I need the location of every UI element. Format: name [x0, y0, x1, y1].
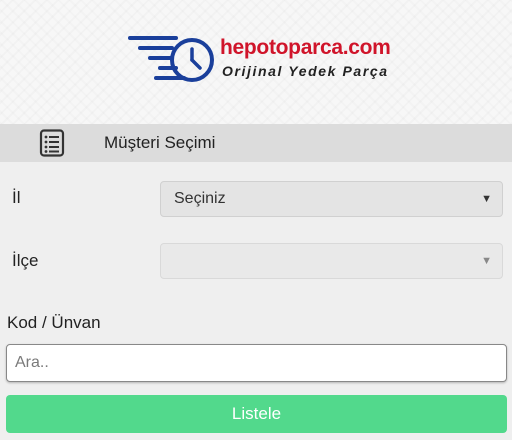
- header: hepotoparca.com Orijinal Yedek Parça: [0, 0, 512, 124]
- chevron-down-icon: ▼: [481, 255, 492, 267]
- delivery-clock-icon: [128, 36, 214, 82]
- section-header: Müşteri Seçimi: [0, 124, 512, 162]
- il-select[interactable]: Seçiniz ▼: [160, 181, 503, 217]
- chevron-down-icon: ▼: [481, 193, 492, 205]
- search-input[interactable]: [6, 344, 507, 382]
- ilce-select[interactable]: ▼: [160, 243, 503, 279]
- section-title: Müşteri Seçimi: [104, 133, 216, 152]
- brand-tagline: Orijinal Yedek Parça: [222, 63, 389, 79]
- list-button[interactable]: Listele: [6, 395, 507, 433]
- il-label: İl: [12, 188, 21, 207]
- il-select-value: Seçiniz: [174, 190, 226, 207]
- kod-unvan-label: Kod / Ünvan: [7, 313, 101, 332]
- list-document-icon[interactable]: [39, 129, 65, 162]
- brand-name: hepotoparca.com: [220, 36, 391, 59]
- brand-logo[interactable]: hepotoparca.com Orijinal Yedek Parça: [126, 30, 396, 90]
- ilce-label: İlçe: [12, 251, 39, 270]
